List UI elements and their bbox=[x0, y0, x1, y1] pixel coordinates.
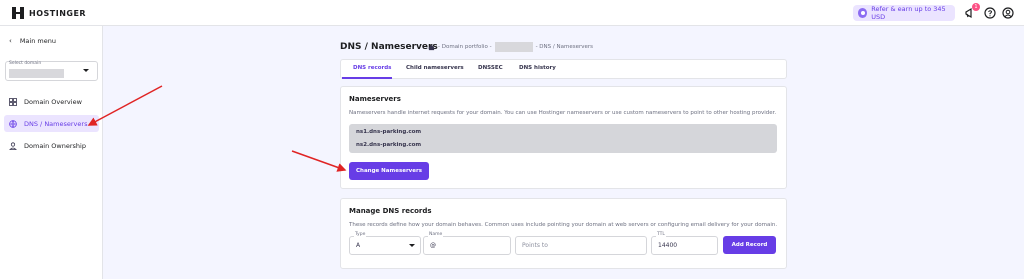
grid-icon bbox=[9, 97, 17, 106]
page-title: DNS / Nameservers bbox=[340, 42, 438, 52]
chevron-left-icon: ‹ bbox=[9, 37, 12, 45]
logo-text: HOSTINGER bbox=[29, 8, 87, 18]
main-menu-link[interactable]: ‹ Main menu bbox=[9, 37, 56, 45]
arrow-to-change-nameservers bbox=[291, 150, 347, 172]
domain-select-value-redacted bbox=[9, 69, 64, 78]
notification-badge: 1 bbox=[972, 3, 980, 11]
nameserver-2: ns2.dns-parking.com bbox=[356, 142, 422, 148]
sidebar-item-dns-nameservers[interactable]: DNS / Nameservers bbox=[4, 115, 99, 132]
dns-records-title: Manage DNS records bbox=[349, 207, 432, 215]
sidebar: ‹ Main menu Select domain Domain Overvie… bbox=[0, 26, 103, 279]
gift-icon bbox=[858, 8, 868, 18]
record-type-select[interactable]: Type A bbox=[349, 232, 421, 255]
person-icon bbox=[9, 141, 17, 150]
breadcrumb: - Domain portfolio - - DNS / Nameservers bbox=[428, 42, 593, 52]
domain-select[interactable]: Select domain bbox=[5, 61, 98, 81]
active-tab-indicator bbox=[342, 77, 392, 79]
nameservers-title: Nameservers bbox=[349, 95, 401, 103]
type-value: A bbox=[356, 242, 361, 249]
record-name-input[interactable]: Name @ bbox=[423, 232, 511, 255]
sidebar-item-domain-overview[interactable]: Domain Overview bbox=[4, 93, 99, 110]
points-to-input[interactable]: Points to bbox=[515, 236, 647, 255]
nameservers-list: ns1.dns-parking.com ns2.dns-parking.com bbox=[349, 124, 777, 153]
sidebar-item-domain-ownership[interactable]: Domain Ownership bbox=[4, 137, 99, 154]
hostinger-logo[interactable]: HOSTINGER bbox=[12, 7, 86, 19]
add-record-button[interactable]: Add Record bbox=[723, 236, 776, 254]
top-bar: HOSTINGER Refer & earn up to 345 USD 1 bbox=[0, 0, 1024, 26]
tab-dns-records[interactable]: DNS records bbox=[353, 65, 391, 71]
sidebar-item-label: DNS / Nameservers bbox=[24, 119, 88, 128]
nameserver-1: ns1.dns-parking.com bbox=[356, 129, 422, 135]
tab-dnssec[interactable]: DNSSEC bbox=[478, 65, 503, 71]
help-icon[interactable] bbox=[984, 7, 996, 19]
globe-icon bbox=[9, 119, 17, 128]
change-nameservers-button[interactable]: Change Nameservers bbox=[349, 162, 429, 180]
account-icon[interactable] bbox=[1002, 7, 1014, 19]
dns-records-description: These records define how your domain beh… bbox=[349, 222, 778, 228]
points-to-placeholder: Points to bbox=[522, 242, 548, 249]
sidebar-item-label: Domain Ownership bbox=[24, 141, 86, 150]
breadcrumb-domain-portfolio[interactable]: - Domain portfolio - bbox=[438, 44, 492, 50]
sidebar-item-label: Domain Overview bbox=[24, 97, 82, 106]
domain-select-label: Select domain bbox=[9, 61, 42, 66]
ttl-label: TTL bbox=[656, 232, 666, 237]
tab-child-nameservers[interactable]: Child nameservers bbox=[406, 65, 464, 71]
nameservers-description: Nameservers handle internet requests for… bbox=[349, 110, 777, 116]
breadcrumb-domain-redacted[interactable] bbox=[494, 42, 533, 52]
home-icon[interactable] bbox=[428, 44, 435, 51]
ttl-value: 14400 bbox=[658, 242, 678, 249]
refer-earn-button[interactable]: Refer & earn up to 345 USD bbox=[853, 5, 955, 21]
chevron-down-icon bbox=[409, 244, 415, 247]
chevron-down-icon bbox=[83, 69, 89, 72]
type-label: Type bbox=[354, 232, 367, 237]
hostinger-logo-icon bbox=[12, 7, 24, 19]
breadcrumb-current: - DNS / Nameservers bbox=[535, 44, 593, 50]
refer-earn-label: Refer & earn up to 345 USD bbox=[871, 5, 946, 21]
name-value: @ bbox=[430, 242, 436, 249]
tab-dns-history[interactable]: DNS history bbox=[519, 65, 556, 71]
ttl-input[interactable]: TTL 14400 bbox=[651, 232, 718, 255]
name-label: Name bbox=[428, 232, 444, 237]
main-menu-label: Main menu bbox=[19, 37, 56, 45]
